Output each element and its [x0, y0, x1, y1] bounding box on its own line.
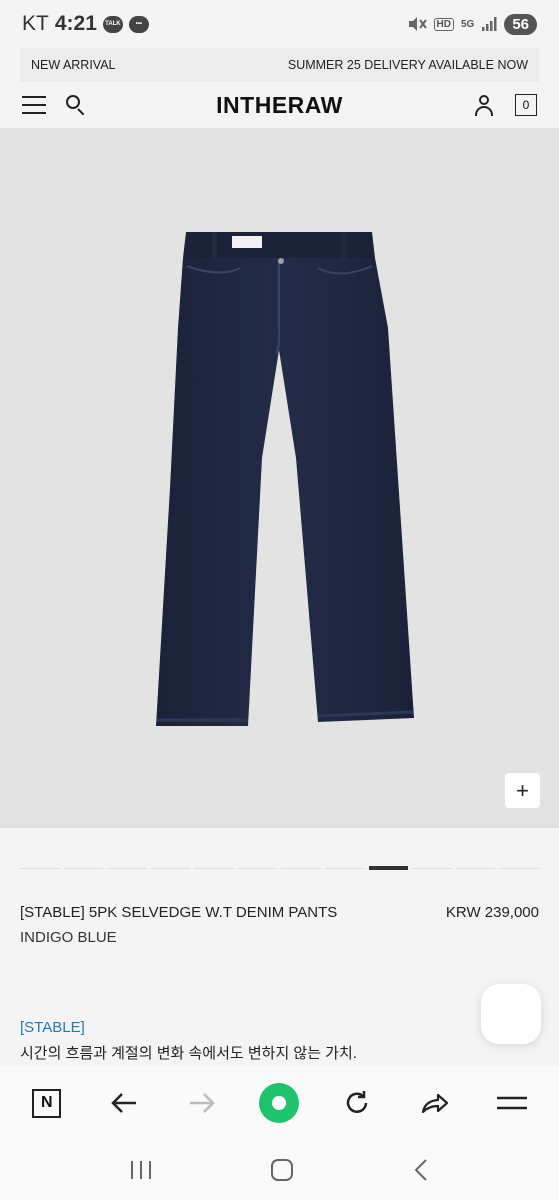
product-name: [STABLE] 5PK SELVEDGE W.T DENIM PANTS	[20, 904, 338, 921]
back-nav-icon[interactable]	[411, 1158, 431, 1182]
header-actions: 0	[473, 94, 537, 116]
pager-segment[interactable]	[499, 868, 539, 869]
account-icon[interactable]	[473, 94, 495, 116]
back-button[interactable]	[102, 1081, 146, 1125]
pager-segment[interactable]	[325, 868, 365, 869]
network-5g-icon: 5G	[460, 18, 475, 30]
product-description: [STABLE] 시간의 흐름과 계절의 변화 속에서도 변하지 않는 가치.	[20, 1019, 539, 1063]
product-image[interactable]: +	[0, 128, 559, 828]
hd-icon: HD	[433, 17, 454, 31]
message-icon: •••	[128, 15, 149, 33]
announcement-right[interactable]: SUMMER 25 DELIVERY AVAILABLE NOW	[288, 58, 528, 72]
green-home-button[interactable]	[257, 1081, 301, 1125]
status-bar: KT 4:21 TALK ••• HD 5G 56	[0, 0, 559, 48]
description-line: 시간의 흐름과 계절의 변화 속에서도 변하지 않는 가치.	[20, 1045, 357, 1062]
chat-button[interactable]	[481, 984, 541, 1044]
product-price: KRW 239,000	[445, 904, 539, 921]
menu-lines-icon	[497, 1096, 528, 1110]
site-header: INTHERAW 0	[0, 82, 559, 128]
status-left: KT 4:21 TALK •••	[22, 12, 149, 36]
signal-icon	[482, 17, 497, 31]
reload-button[interactable]	[335, 1081, 379, 1125]
naver-home-button[interactable]: N	[25, 1081, 69, 1125]
status-right: HD 5G 56	[407, 13, 537, 35]
announcement-bar[interactable]: NEW ARRIVAL SUMMER 25 DELIVERY AVAILABLE…	[20, 48, 539, 82]
pager-segment[interactable]	[194, 868, 234, 869]
mute-vibrate-icon	[408, 17, 427, 31]
description-tag[interactable]: [STABLE]	[20, 1019, 539, 1036]
browser-toolbar: N	[0, 1066, 559, 1140]
pager-segment[interactable]	[63, 868, 104, 869]
arrow-left-icon	[111, 1093, 137, 1113]
reload-icon	[346, 1091, 368, 1113]
pager-segment[interactable]	[412, 868, 452, 869]
battery-icon: 56	[504, 13, 537, 35]
product-row: [STABLE] 5PK SELVEDGE W.T DENIM PANTS KR…	[20, 904, 539, 921]
announcement-left[interactable]: NEW ARRIVAL	[31, 58, 116, 72]
n-icon: N	[32, 1088, 62, 1118]
pager-segment[interactable]	[20, 868, 60, 869]
system-nav-bar	[0, 1140, 559, 1200]
cart-button[interactable]: 0	[515, 94, 537, 116]
zoom-button[interactable]: +	[505, 773, 540, 808]
home-icon[interactable]	[270, 1158, 294, 1182]
pager-segment[interactable]	[150, 868, 191, 869]
product-info: [STABLE] 5PK SELVEDGE W.T DENIM PANTS KR…	[20, 904, 539, 946]
recents-icon[interactable]	[129, 1159, 153, 1181]
clock: 4:21	[54, 12, 97, 35]
denim-pants-image	[156, 232, 414, 726]
browser-menu-button[interactable]	[490, 1081, 534, 1125]
forward-button[interactable]	[180, 1081, 224, 1125]
kakaotalk-icon: TALK	[102, 15, 123, 33]
pager-segment[interactable]	[281, 868, 322, 869]
pager-segment[interactable]	[237, 868, 278, 869]
gallery-pager[interactable]	[20, 866, 539, 871]
share-button[interactable]	[413, 1081, 457, 1125]
pager-segment[interactable]	[455, 868, 496, 869]
arrow-right-icon	[189, 1093, 215, 1113]
pager-segment[interactable]	[107, 868, 147, 869]
menu-icon[interactable]	[22, 96, 46, 114]
search-icon[interactable]	[66, 95, 86, 116]
green-dot-icon	[259, 1083, 300, 1123]
share-icon	[421, 1093, 448, 1114]
pager-segment[interactable]	[368, 866, 409, 870]
carrier-label: KT	[22, 12, 49, 35]
product-color: INDIGO BLUE	[20, 929, 117, 946]
